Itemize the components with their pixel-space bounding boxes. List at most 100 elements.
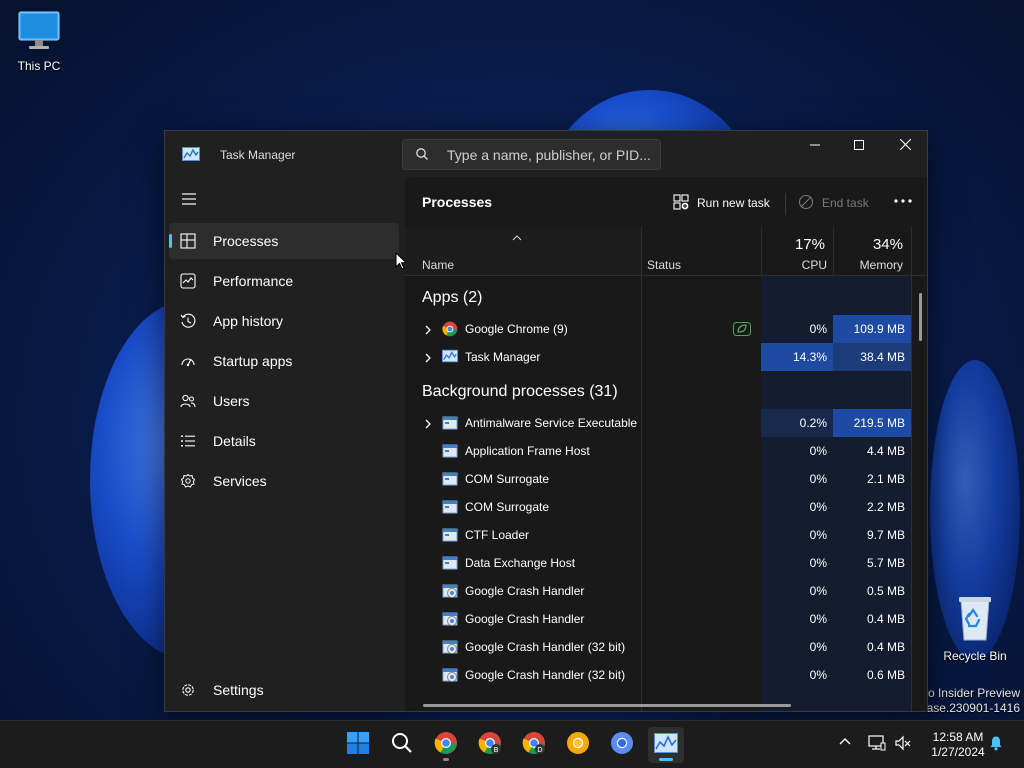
process-name: Google Crash Handler (32 bit) — [465, 668, 626, 682]
process-name: Google Crash Handler — [465, 612, 585, 626]
process-icon — [442, 415, 458, 431]
gear-icon — [180, 682, 196, 698]
column-header-cpu[interactable]: 17% CPU — [761, 227, 833, 275]
taskbar-chromium[interactable] — [604, 727, 640, 763]
taskbar-chrome-canary[interactable] — [560, 727, 596, 763]
clock[interactable]: 12:58 AM 1/27/2024 — [918, 730, 998, 760]
recycle-bin-label: Recycle Bin — [943, 649, 1007, 663]
process-memory: 219.5 MB — [833, 409, 911, 437]
process-name: COM Surrogate — [465, 500, 550, 514]
column-header-memory[interactable]: 34% Memory — [833, 227, 911, 275]
process-row[interactable]: Google Chrome (9) 0% 109.9 MB — [405, 315, 911, 343]
sidebar-item-processes[interactable]: Processes — [169, 223, 399, 259]
chevron-right-icon[interactable] — [423, 417, 433, 435]
chevron-right-icon[interactable] — [423, 323, 433, 341]
process-memory: 0.6 MB — [866, 668, 905, 682]
sidebar-item-users[interactable]: Users — [169, 383, 399, 419]
process-name: Task Manager — [465, 350, 541, 364]
running-indicator — [443, 758, 449, 761]
run-task-icon — [673, 193, 689, 213]
group-header-apps: Apps (2) — [422, 289, 483, 306]
chrome-dev-icon: D — [522, 731, 546, 760]
settings-label: Settings — [213, 682, 264, 698]
title-bar[interactable]: Task Manager — [165, 131, 927, 177]
chevron-up-icon — [838, 736, 852, 753]
network-status-button[interactable] — [868, 735, 886, 756]
process-row[interactable]: Data Exchange Host 0% 5.7 MB — [405, 549, 911, 577]
process-memory: 38.4 MB — [833, 343, 911, 371]
process-memory: 109.9 MB — [833, 315, 911, 343]
taskbar-search-button[interactable] — [384, 727, 420, 763]
column-header-name[interactable]: Name — [405, 227, 641, 275]
process-row[interactable]: Task Manager 14.3% 38.4 MB — [405, 343, 911, 371]
users-icon — [180, 393, 196, 409]
close-button[interactable] — [882, 131, 927, 161]
bell-icon — [988, 736, 1004, 755]
process-row[interactable]: COM Surrogate 0% 2.2 MB — [405, 493, 911, 521]
minimize-button[interactable] — [792, 131, 838, 161]
process-icon — [442, 527, 458, 543]
end-task-button[interactable]: End task — [798, 190, 869, 216]
sidebar-item-app-history[interactable]: App history — [169, 303, 399, 339]
search-box[interactable] — [402, 139, 661, 170]
chrome-icon — [434, 731, 458, 760]
svg-text:B: B — [494, 746, 499, 754]
volume-button[interactable] — [894, 735, 912, 756]
process-row[interactable]: Application Frame Host 0% 4.4 MB — [405, 437, 911, 465]
close-icon — [899, 137, 911, 155]
taskbar-chrome[interactable] — [428, 727, 464, 763]
process-row[interactable]: Google Crash Handler 0% 0.5 MB — [405, 577, 911, 605]
horizontal-scrollbar[interactable] — [423, 704, 791, 707]
sidebar-item-label: App history — [213, 313, 284, 329]
processes-icon — [180, 233, 196, 249]
process-row[interactable]: Google Crash Handler 0% 0.4 MB — [405, 605, 911, 633]
search-input[interactable] — [447, 145, 657, 165]
sidebar-item-label: Users — [213, 393, 250, 409]
more-icon — [891, 198, 915, 215]
network-icon — [868, 735, 886, 755]
more-options-button[interactable] — [891, 191, 915, 211]
taskbar-chrome-dev[interactable]: D — [516, 727, 552, 763]
this-pc-shortcut[interactable]: This PC — [4, 10, 74, 73]
start-button[interactable] — [340, 727, 376, 763]
crash-handler-icon — [442, 611, 458, 627]
sidebar-item-settings[interactable]: Settings — [169, 672, 399, 708]
sidebar-item-details[interactable]: Details — [169, 423, 399, 459]
active-indicator — [169, 234, 172, 248]
chrome-beta-icon: B — [478, 731, 502, 760]
monitor-icon — [4, 10, 74, 55]
process-row[interactable]: COM Surrogate 0% 2.1 MB — [405, 465, 911, 493]
taskbar: B D 12:58 AM 1/27/2024 — [0, 720, 1024, 768]
chevron-right-icon[interactable] — [423, 351, 433, 369]
recycle-bin-shortcut[interactable]: Recycle Bin — [940, 594, 1010, 663]
run-new-task-label: Run new task — [697, 196, 770, 210]
taskbar-chrome-beta[interactable]: B — [472, 727, 508, 763]
column-header-status[interactable]: Status — [641, 227, 761, 275]
windows-logo-icon — [346, 731, 370, 760]
memory-total: 34% — [872, 236, 903, 253]
taskbar-task-manager[interactable] — [648, 727, 684, 763]
taskmanager-icon — [654, 732, 678, 758]
sidebar-item-startup-apps[interactable]: Startup apps — [169, 343, 399, 379]
process-cpu: 0% — [809, 556, 827, 570]
process-row[interactable]: Antimalware Service Executable 0.2% 219.5 … — [405, 409, 911, 437]
process-name: COM Surrogate — [465, 472, 550, 486]
run-new-task-button[interactable]: Run new task — [673, 190, 770, 216]
hamburger-menu-button[interactable] — [179, 191, 199, 207]
process-memory: 2.1 MB — [866, 472, 905, 486]
sidebar-item-services[interactable]: Services — [169, 463, 399, 499]
sidebar-item-performance[interactable]: Performance — [169, 263, 399, 299]
notifications-button[interactable] — [988, 735, 1004, 756]
process-row[interactable]: Google Crash Handler (32 bit) 0% 0.6 MB — [405, 661, 911, 689]
process-row[interactable]: Google Crash Handler (32 bit) 0% 0.4 MB — [405, 633, 911, 661]
process-name: Google Crash Handler (32 bit) — [465, 640, 626, 654]
minimize-icon — [810, 137, 820, 155]
process-memory: 0.4 MB — [866, 612, 905, 626]
cpu-total: 17% — [794, 236, 825, 253]
chrome-canary-icon — [566, 731, 590, 760]
process-icon — [442, 555, 458, 571]
show-hidden-icons-button[interactable] — [838, 735, 852, 754]
vertical-scrollbar[interactable] — [919, 293, 922, 341]
maximize-button[interactable] — [836, 131, 882, 161]
process-row[interactable]: CTF Loader 0% 9.7 MB — [405, 521, 911, 549]
